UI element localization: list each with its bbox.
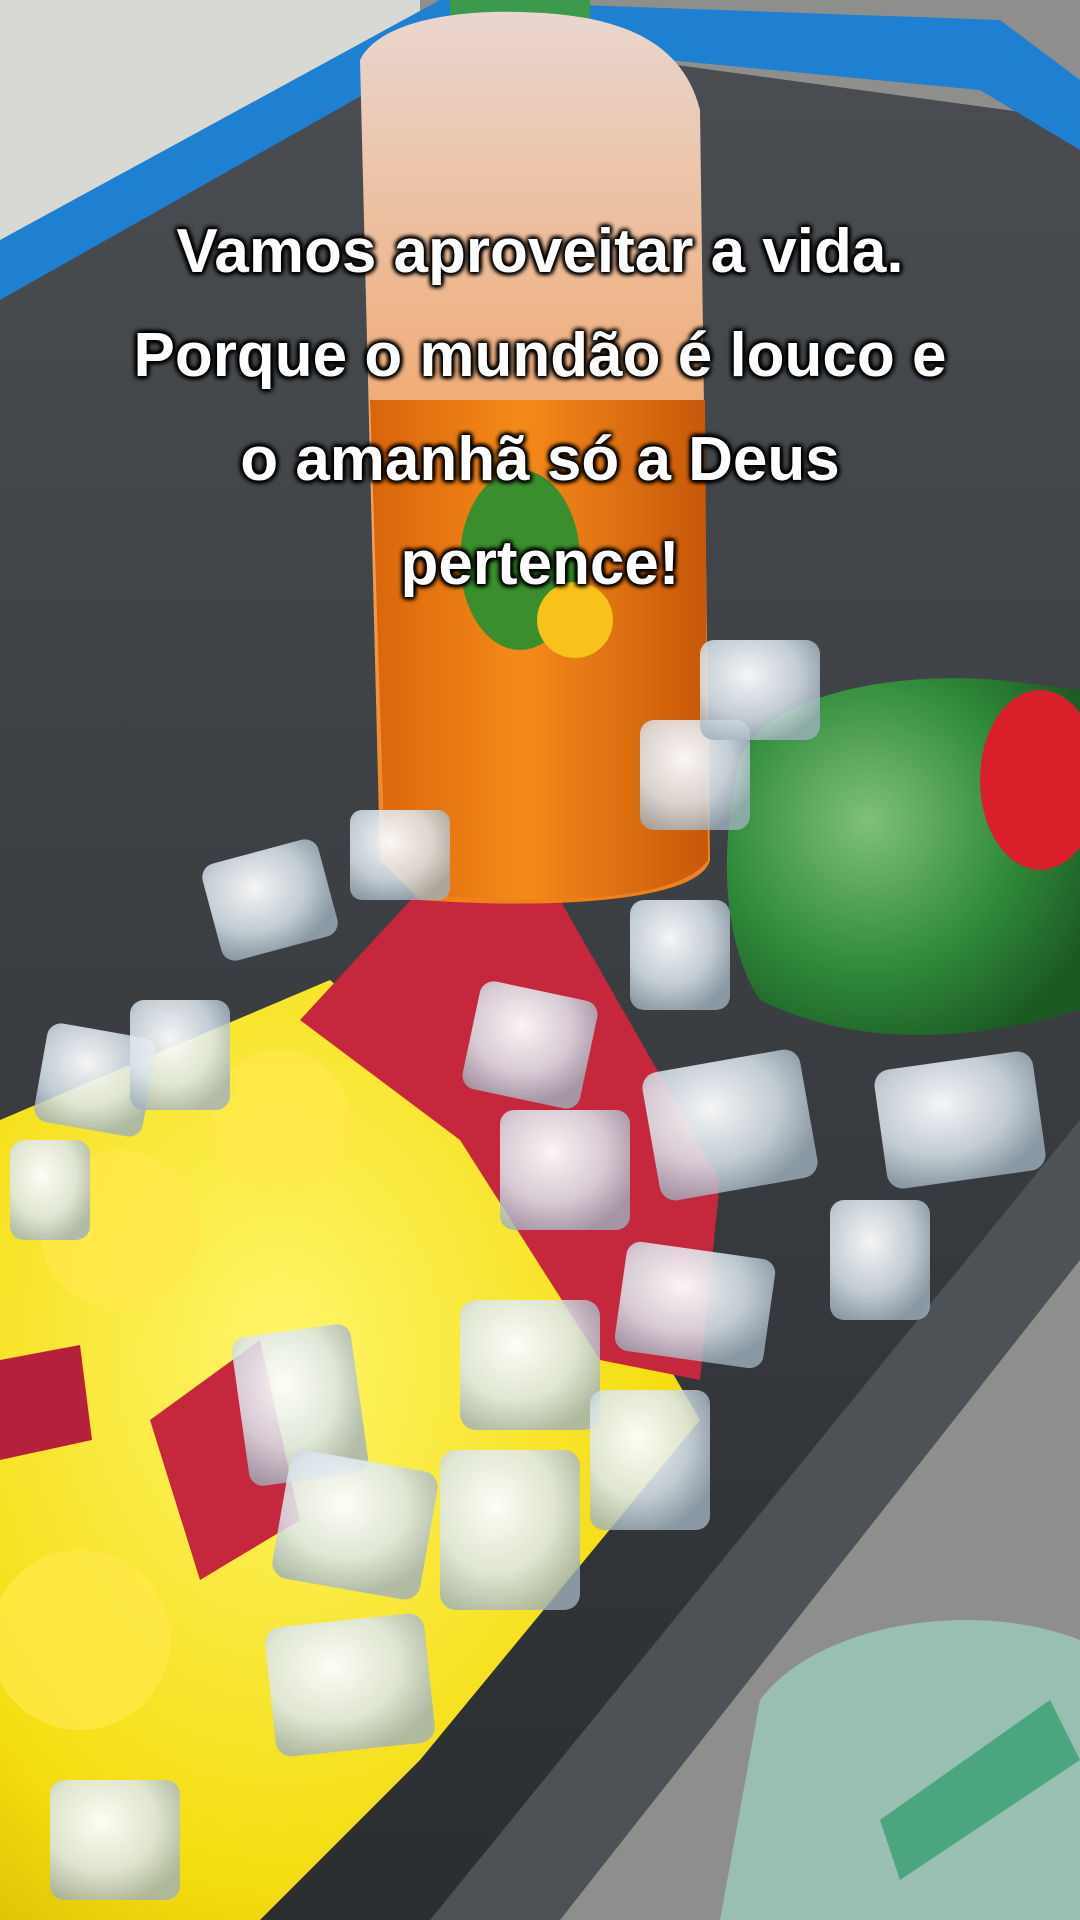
photo-scene: Vamos aproveitar a vida. Porque o mundão… [0,0,1080,1920]
can-top [210,1050,350,1190]
caption-overlay: Vamos aproveitar a vida. Porque o mundão… [40,200,1040,616]
caption-line: Vamos aproveitar a vida. [176,217,904,286]
caption-line: o amanhã só a Deus [240,425,840,494]
caption-line: Porque o mundão é louco e [133,321,947,390]
pack-count-badge [0,1345,92,1460]
caption-line: pertence! [400,529,680,598]
